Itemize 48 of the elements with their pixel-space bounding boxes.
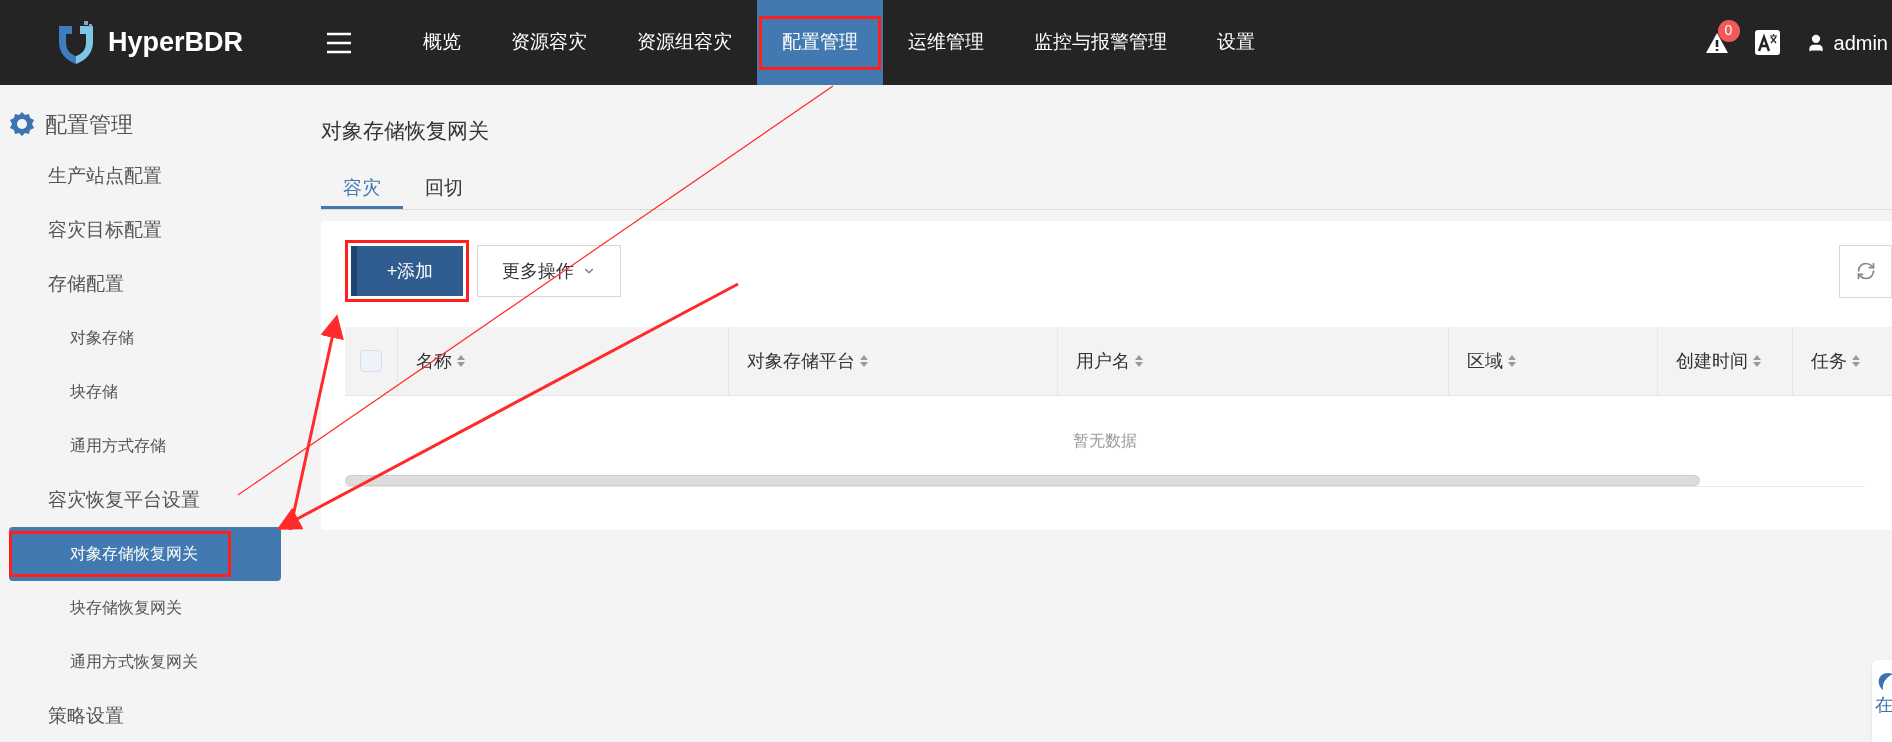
refresh-icon xyxy=(1855,261,1876,281)
column-header: 用户名 xyxy=(1076,349,1130,373)
column-header: 创建时间 xyxy=(1676,349,1748,373)
nav-tab[interactable]: 设置 xyxy=(1194,15,1278,70)
sidebar-item[interactable]: 容灾恢复平台设置 xyxy=(9,477,203,523)
nav-tab[interactable]: 资源组容灾 xyxy=(614,15,755,70)
sidebar-item[interactable]: 通用方式存储 xyxy=(9,423,169,469)
sidebar-item[interactable]: 策略设置 xyxy=(9,693,127,739)
gear-icon xyxy=(9,111,35,137)
sort-icon[interactable] xyxy=(1134,354,1144,368)
refresh-button[interactable] xyxy=(1839,244,1892,298)
empty-message: 暂无数据 xyxy=(1073,431,1137,451)
page-title: 对象存储恢复网关 xyxy=(321,118,490,144)
nav-tab[interactable]: 资源容灾 xyxy=(488,15,610,70)
shield-logo-icon xyxy=(56,19,96,66)
add-button[interactable]: +添加 xyxy=(351,246,463,296)
sidebar-item[interactable]: 对象存储恢复网关 xyxy=(9,531,231,577)
sort-icon[interactable] xyxy=(1752,354,1762,368)
nav-tab[interactable]: 监控与报警管理 xyxy=(1011,15,1190,70)
scrollbar[interactable] xyxy=(345,475,1700,486)
sidebar-item[interactable]: 对象存储 xyxy=(9,315,137,361)
sort-icon[interactable] xyxy=(456,354,466,368)
sidebar-item[interactable]: 容灾目标配置 xyxy=(9,207,165,253)
help-widget[interactable]: 在 xyxy=(1872,660,1892,742)
column-header: 名称 xyxy=(416,349,452,373)
sort-icon[interactable] xyxy=(1851,354,1861,368)
sort-icon[interactable] xyxy=(859,354,869,368)
sidebar-item[interactable]: 块存储 xyxy=(9,369,121,415)
logo-text: HyperBDR xyxy=(108,26,244,60)
nav-tab[interactable]: 运维管理 xyxy=(885,15,1007,70)
tab[interactable]: 回切 xyxy=(403,171,485,209)
sort-icon[interactable] xyxy=(1507,354,1517,368)
notification-badge: 0 xyxy=(1717,19,1740,42)
column-header: 任务 xyxy=(1811,349,1847,373)
sidebar-item[interactable]: 块存储恢复网关 xyxy=(9,585,185,631)
tab[interactable]: 容灾 xyxy=(321,171,403,209)
sidebar-title: 配置管理 xyxy=(45,110,133,139)
user-menu[interactable]: admin xyxy=(1833,27,1892,58)
nav-tab[interactable]: 配置管理 xyxy=(759,15,881,70)
sidebar-item[interactable]: 存储配置 xyxy=(9,261,127,307)
nav-tab[interactable]: 概览 xyxy=(400,15,484,70)
column-header: 区域 xyxy=(1467,349,1503,373)
sidebar-item[interactable]: 生产站点配置 xyxy=(9,153,165,199)
translate-icon[interactable] xyxy=(1754,30,1780,55)
column-header: 对象存储平台 xyxy=(747,349,855,373)
select-all-checkbox[interactable] xyxy=(360,350,382,372)
menu-icon[interactable] xyxy=(326,31,352,54)
sidebar-item[interactable]: 通用方式恢复网关 xyxy=(9,639,201,685)
